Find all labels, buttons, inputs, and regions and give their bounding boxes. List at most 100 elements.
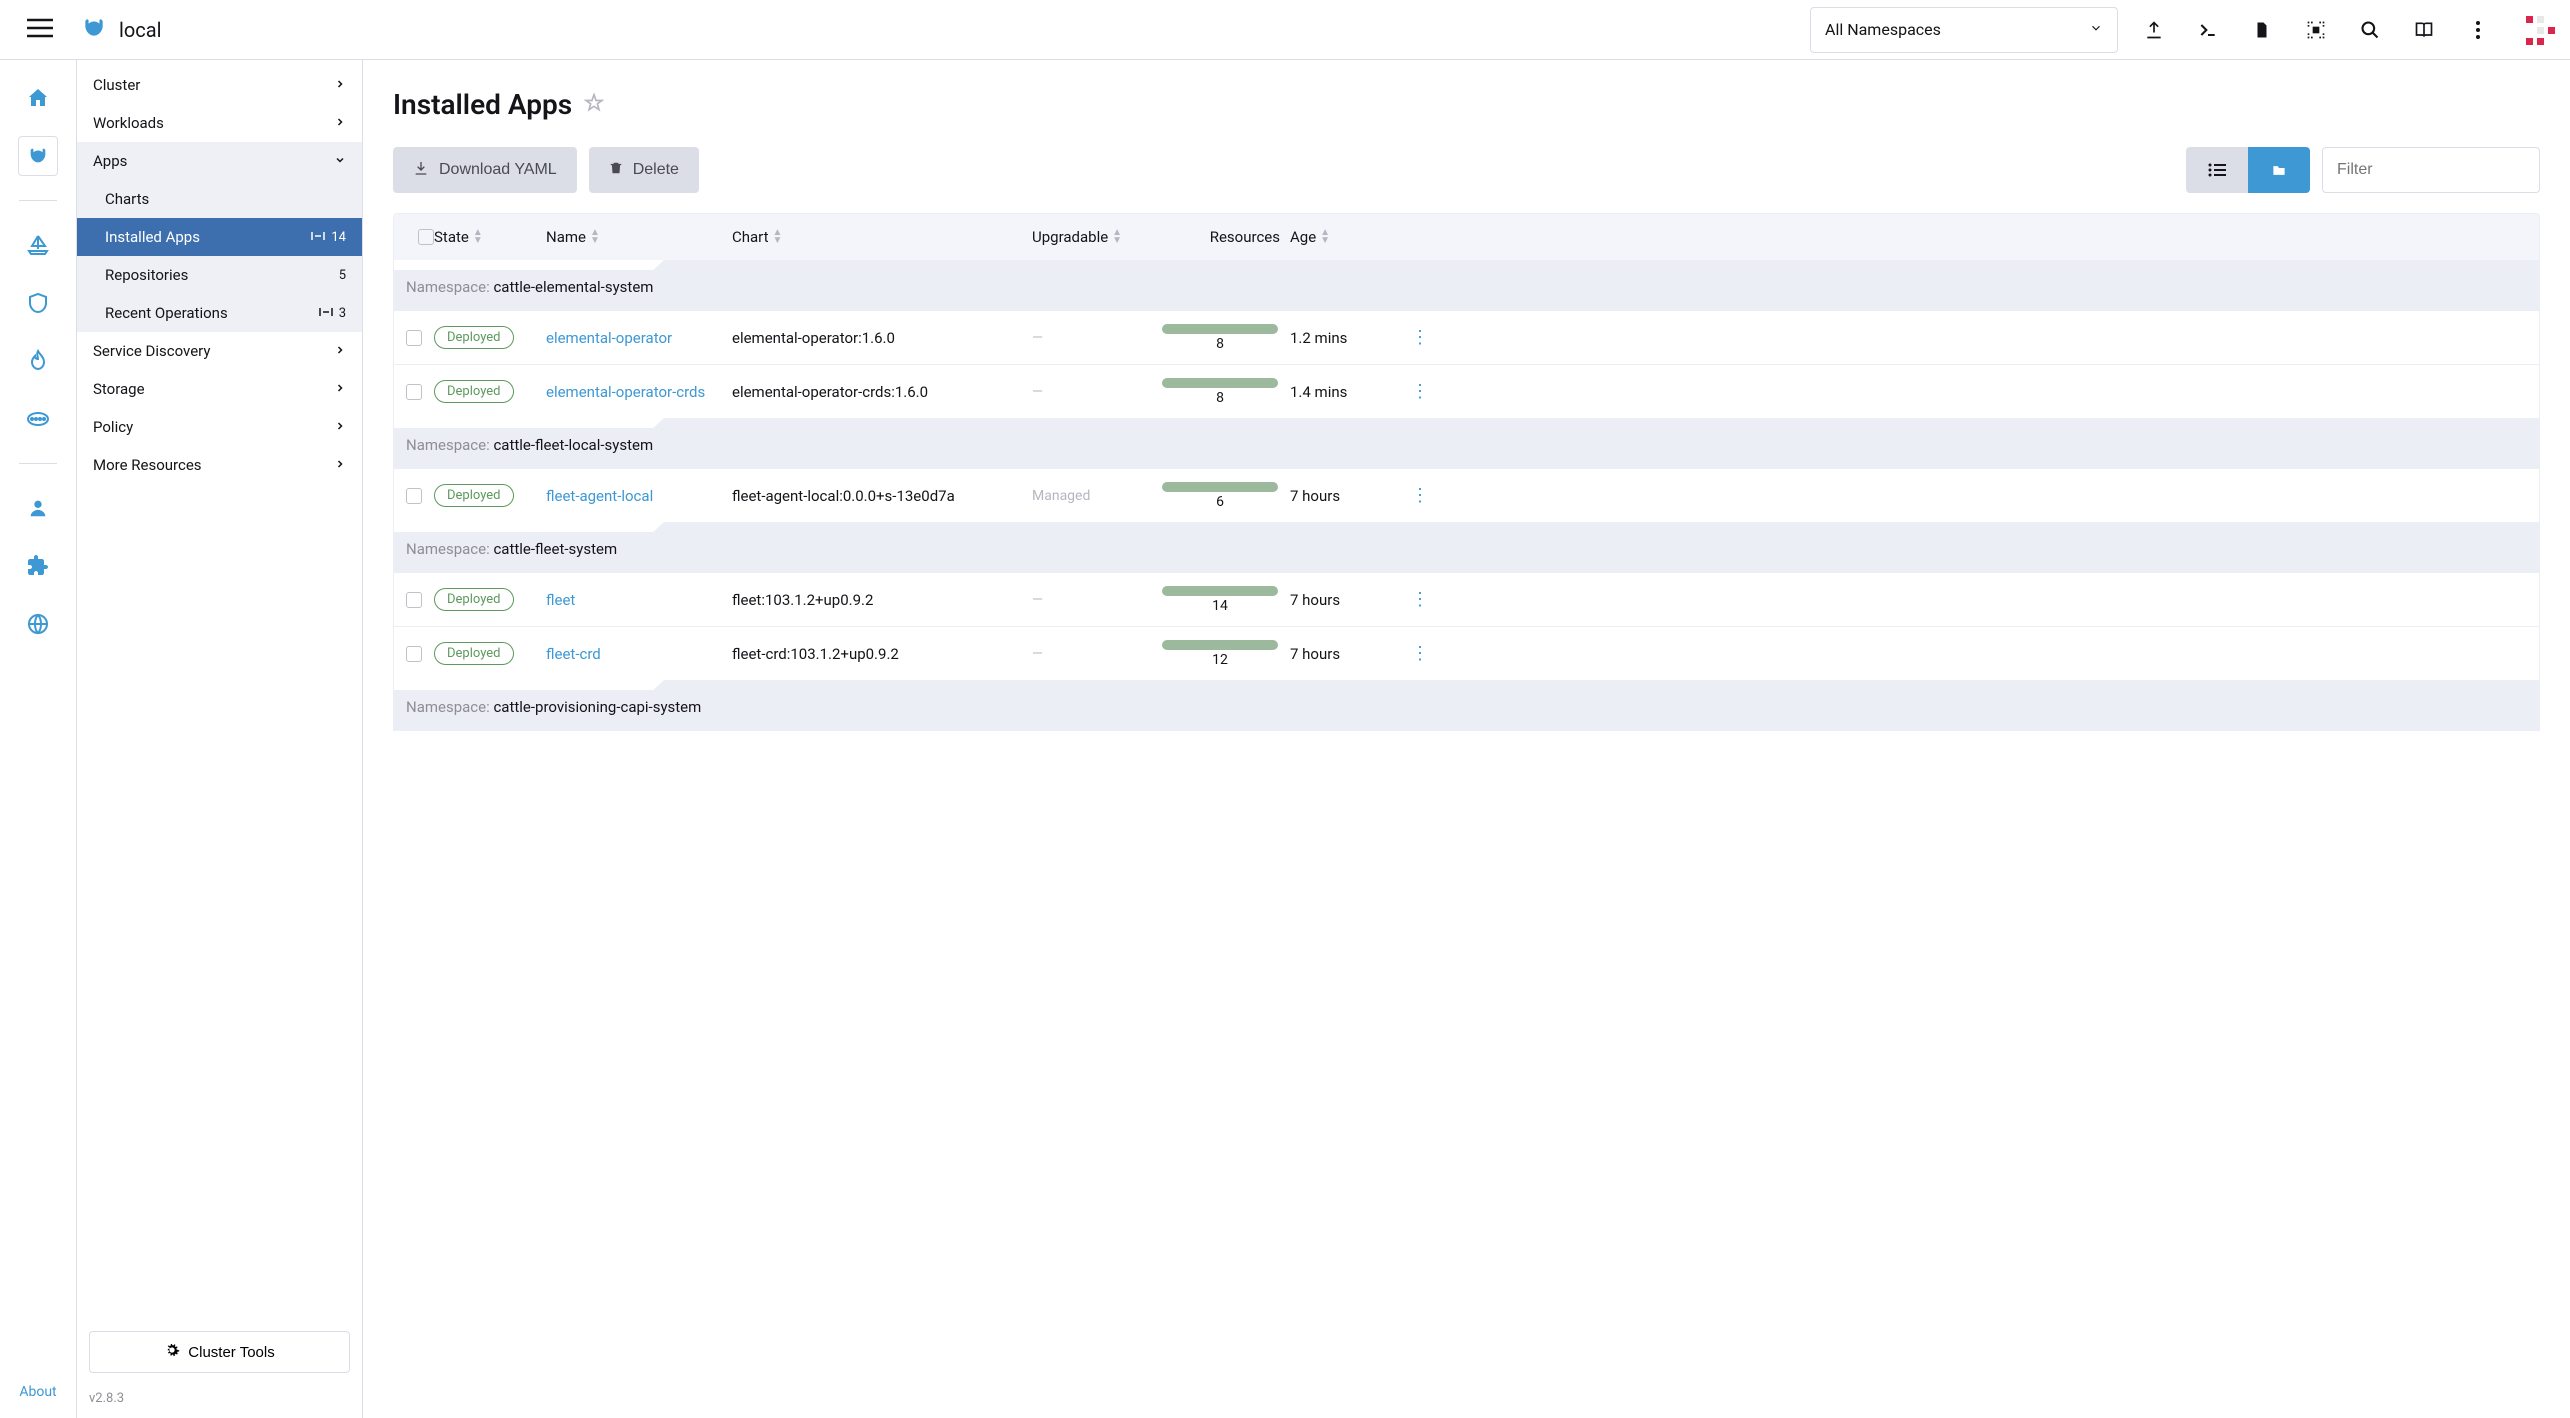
- row-menu-icon[interactable]: ⋮: [1400, 327, 1440, 348]
- col-state[interactable]: State▲▼: [434, 228, 546, 246]
- resource-count: 6: [1216, 494, 1224, 510]
- page-title: Installed Apps: [393, 88, 572, 121]
- row-checkbox[interactable]: [406, 330, 422, 346]
- resource-bar: [1162, 640, 1278, 650]
- chevron-down-icon: [2089, 20, 2103, 39]
- upload-icon[interactable]: [2136, 12, 2172, 48]
- nav-repositories[interactable]: Repositories 5: [77, 256, 362, 294]
- home-icon[interactable]: [18, 78, 58, 118]
- kebab-icon[interactable]: [2460, 12, 2496, 48]
- version-label: v2.8.3: [77, 1385, 362, 1418]
- table-header: State▲▼ Name▲▼ Chart▲▼ Upgradable▲▼ Reso…: [394, 214, 2539, 260]
- nav-service-discovery[interactable]: Service Discovery: [77, 332, 362, 370]
- row-menu-icon[interactable]: ⋮: [1400, 643, 1440, 664]
- filter-input[interactable]: [2322, 147, 2540, 193]
- nav-sidebar: Cluster Workloads Apps Charts Installed …: [77, 60, 363, 1418]
- cluster-tools-button[interactable]: Cluster Tools: [89, 1331, 350, 1373]
- row-checkbox[interactable]: [406, 384, 422, 400]
- namespace-label: Namespace:: [406, 278, 493, 296]
- cluster-icon-nav[interactable]: [18, 136, 58, 176]
- namespace-group-header: Namespace: cattle-fleet-local-system: [394, 418, 2539, 468]
- namespace-selector[interactable]: All Namespaces: [1810, 7, 2118, 53]
- col-resources[interactable]: Resources: [1160, 228, 1290, 246]
- shield-icon[interactable]: [18, 283, 58, 323]
- chart-value: elemental-operator-crds:1.6.0: [732, 383, 1032, 401]
- folder-view-button[interactable]: [2248, 147, 2310, 193]
- state-badge: Deployed: [434, 588, 514, 611]
- app-name-link[interactable]: elemental-operator-crds: [546, 383, 705, 401]
- nav-storage[interactable]: Storage: [77, 370, 362, 408]
- col-age[interactable]: Age▲▼: [1290, 228, 1400, 246]
- globe-icon[interactable]: [18, 604, 58, 644]
- state-badge: Deployed: [434, 326, 514, 349]
- nav-more-resources[interactable]: More Resources: [77, 446, 362, 484]
- nav-policy[interactable]: Policy: [77, 408, 362, 446]
- namespace-value: cattle-fleet-local-system: [493, 436, 653, 454]
- col-name[interactable]: Name▲▼: [546, 228, 732, 246]
- select-all-checkbox[interactable]: [418, 229, 434, 245]
- sort-icon: ▲▼: [1320, 229, 1330, 245]
- chevron-right-icon: [334, 418, 346, 436]
- col-upgradable[interactable]: Upgradable▲▼: [1032, 228, 1160, 246]
- col-chart[interactable]: Chart▲▼: [732, 228, 1032, 246]
- fire-icon[interactable]: [18, 341, 58, 381]
- resources-cell: 6: [1160, 482, 1290, 510]
- hamburger-icon[interactable]: [27, 18, 53, 42]
- table-row: Deployedelemental-operator-crdselemental…: [394, 364, 2539, 418]
- state-badge: Deployed: [434, 642, 514, 665]
- apps-table: State▲▼ Name▲▼ Chart▲▼ Upgradable▲▼ Reso…: [393, 213, 2540, 731]
- row-checkbox[interactable]: [406, 592, 422, 608]
- row-menu-icon[interactable]: ⋮: [1400, 485, 1440, 506]
- nav-installed-apps[interactable]: Installed Apps 14: [77, 218, 362, 256]
- resource-count: 8: [1216, 390, 1224, 406]
- shell-icon[interactable]: [2190, 12, 2226, 48]
- app-name-link[interactable]: elemental-operator: [546, 329, 672, 347]
- cluster-name[interactable]: local: [119, 18, 161, 42]
- user-icon[interactable]: [18, 488, 58, 528]
- brand-area: local: [81, 15, 1810, 45]
- chart-value: elemental-operator:1.6.0: [732, 329, 1032, 347]
- app-name-link[interactable]: fleet-agent-local: [546, 487, 653, 505]
- row-checkbox[interactable]: [406, 646, 422, 662]
- download-yaml-button[interactable]: Download YAML: [393, 147, 577, 193]
- nav-charts[interactable]: Charts: [77, 180, 362, 218]
- namespace-group-header: Namespace: cattle-fleet-system: [394, 522, 2539, 572]
- sailboat-icon[interactable]: [18, 225, 58, 265]
- sort-icon: ▲▼: [590, 229, 600, 245]
- sort-icon: ▲▼: [473, 229, 483, 245]
- nav-apps[interactable]: Apps: [77, 142, 362, 180]
- sort-icon: ▲▼: [1112, 229, 1122, 245]
- app-name-link[interactable]: fleet: [546, 591, 575, 609]
- select-icon[interactable]: [2298, 12, 2334, 48]
- view-toggle: [2186, 147, 2310, 193]
- upgradable-dash: —: [1032, 646, 1043, 662]
- nav-cluster[interactable]: Cluster: [77, 66, 362, 104]
- resource-count: 14: [1212, 598, 1228, 614]
- search-icon[interactable]: [2352, 12, 2388, 48]
- docs-icon[interactable]: [2406, 12, 2442, 48]
- extension-icon[interactable]: [18, 546, 58, 586]
- tracks-icon[interactable]: [18, 399, 58, 439]
- avatar[interactable]: [2522, 12, 2558, 48]
- namespace-badge-icon: [311, 230, 325, 245]
- app-name-link[interactable]: fleet-crd: [546, 645, 601, 663]
- cluster-icon: [81, 15, 107, 45]
- row-checkbox[interactable]: [406, 488, 422, 504]
- row-menu-icon[interactable]: ⋮: [1400, 589, 1440, 610]
- resources-cell: 14: [1160, 586, 1290, 614]
- sort-icon: ▲▼: [773, 229, 783, 245]
- resource-count: 12: [1212, 652, 1228, 668]
- star-icon[interactable]: [584, 93, 604, 117]
- resources-cell: 8: [1160, 324, 1290, 352]
- nav-workloads[interactable]: Workloads: [77, 104, 362, 142]
- age-value: 7 hours: [1290, 591, 1400, 609]
- chevron-right-icon: [334, 380, 346, 398]
- icon-sidebar: About: [0, 60, 77, 1418]
- file-icon[interactable]: [2244, 12, 2280, 48]
- about-link[interactable]: About: [19, 1384, 56, 1400]
- nav-recent-operations[interactable]: Recent Operations 3: [77, 294, 362, 332]
- row-menu-icon[interactable]: ⋮: [1400, 381, 1440, 402]
- delete-button[interactable]: Delete: [589, 147, 699, 193]
- namespace-value: cattle-fleet-system: [493, 540, 617, 558]
- list-view-button[interactable]: [2186, 147, 2248, 193]
